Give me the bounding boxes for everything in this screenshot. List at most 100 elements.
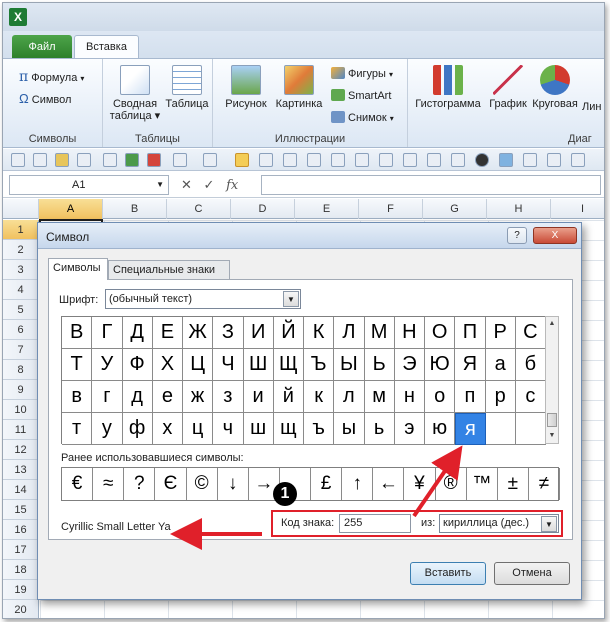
symbol-cell[interactable]: ж	[183, 381, 214, 413]
toolbar-icon[interactable]	[331, 153, 345, 167]
row-header[interactable]: 5	[3, 300, 39, 320]
symbol-cell[interactable]	[485, 413, 516, 445]
symbol-cell[interactable]: Й	[273, 317, 304, 349]
recent-symbol[interactable]: Є	[155, 468, 187, 500]
toolbar-icon[interactable]	[451, 153, 465, 167]
chevron-down-icon[interactable]: ▼	[283, 291, 299, 307]
recent-symbol[interactable]: ¥	[404, 468, 436, 500]
symbol-cell[interactable]: ы	[334, 413, 365, 445]
graph-button[interactable]: График	[486, 65, 530, 110]
shapes-button[interactable]: Фигуры ▾	[331, 67, 393, 80]
toolbar-icon[interactable]	[547, 153, 561, 167]
char-code-input[interactable]: 255	[339, 514, 411, 533]
symbol-cell[interactable]: Т	[62, 349, 93, 381]
symbol-cell[interactable]: з	[213, 381, 244, 413]
toolbar-icon[interactable]	[147, 153, 161, 167]
line-button[interactable]: Лин	[582, 101, 604, 113]
recent-symbol[interactable]: ±	[498, 468, 529, 500]
row-header[interactable]: 3	[3, 260, 39, 280]
symbol-cell[interactable]: Р	[485, 317, 516, 349]
pie-button[interactable]: Круговая	[530, 65, 580, 110]
recent-symbol[interactable]: €	[62, 468, 94, 500]
recent-symbol[interactable]: ™	[467, 468, 498, 500]
toolbar-icon[interactable]	[403, 153, 417, 167]
symbol-cell[interactable]: Ъ	[304, 349, 335, 381]
toolbar-icon[interactable]	[379, 153, 393, 167]
symbol-cell[interactable]: Е	[152, 317, 183, 349]
toolbar-icon[interactable]	[307, 153, 321, 167]
symbol-cell[interactable]: щ	[273, 413, 304, 445]
symbol-cell[interactable]: к	[304, 381, 335, 413]
tab-insert[interactable]: Вставка	[74, 35, 139, 59]
symbol-cell[interactable]: и	[243, 381, 274, 413]
select-all-corner[interactable]	[3, 199, 39, 219]
symbol-cell[interactable]: ч	[213, 413, 244, 445]
toolbar-icon[interactable]	[475, 153, 489, 167]
redo-icon[interactable]	[203, 153, 217, 167]
screenshot-button[interactable]: Снимок ▾	[331, 111, 394, 124]
recent-symbol[interactable]: ←	[373, 468, 405, 500]
row-header[interactable]: 12	[3, 440, 39, 460]
symbol-cell[interactable]: ц	[183, 413, 214, 445]
symbol-cell[interactable]: Ы	[334, 349, 365, 381]
row-header[interactable]: 2	[3, 240, 39, 260]
name-box[interactable]: A1 ▼	[9, 175, 169, 195]
symbol-cell[interactable]: О	[425, 317, 456, 349]
column-header[interactable]: I	[551, 199, 604, 219]
recent-symbol[interactable]: ≈	[93, 468, 125, 500]
row-header[interactable]: 14	[3, 480, 39, 500]
recent-symbol[interactable]: ?	[124, 468, 156, 500]
symbol-cell[interactable]: Щ	[273, 349, 304, 381]
symbol-cell[interactable]: Н	[394, 317, 425, 349]
row-header[interactable]: 1	[3, 220, 39, 240]
row-header[interactable]: 16	[3, 520, 39, 540]
symbol-cell[interactable]: в	[62, 381, 93, 413]
symbol-cell[interactable]: й	[273, 381, 304, 413]
symbol-cell[interactable]: И	[243, 317, 274, 349]
symbol-cell[interactable]: т	[62, 413, 93, 445]
chevron-down-icon[interactable]: ▼	[541, 516, 557, 532]
symbol-cell[interactable]: о	[425, 381, 456, 413]
row-header[interactable]: 4	[3, 280, 39, 300]
symbol-cell[interactable]: М	[364, 317, 395, 349]
toolbar-icon[interactable]	[77, 153, 91, 167]
symbol-cell[interactable]: ш	[243, 413, 274, 445]
row-header[interactable]: 18	[3, 560, 39, 580]
symbol-cell[interactable]: Ш	[243, 349, 274, 381]
row-header[interactable]: 15	[3, 500, 39, 520]
toolbar-icon[interactable]	[11, 153, 25, 167]
recent-symbol[interactable]: ≠	[529, 468, 560, 500]
toolbar-icon[interactable]	[571, 153, 585, 167]
toolbar-icon[interactable]	[259, 153, 273, 167]
symbol-cell[interactable]: Д	[122, 317, 153, 349]
smartart-button[interactable]: SmartArt	[331, 89, 391, 102]
row-header[interactable]: 13	[3, 460, 39, 480]
chevron-down-icon[interactable]: ▼	[156, 176, 164, 194]
row-header[interactable]: 10	[3, 400, 39, 420]
recent-symbol[interactable]: ↑	[342, 468, 374, 500]
scroll-thumb[interactable]	[547, 413, 557, 427]
recent-symbol[interactable]: ©	[187, 468, 218, 500]
symbol-cell[interactable]: л	[334, 381, 365, 413]
symbol-cell[interactable]: ъ	[304, 413, 335, 445]
symbol-cell[interactable]: а	[485, 349, 516, 381]
recent-symbol[interactable]: ®	[436, 468, 467, 500]
symbol-cell[interactable]: Ц	[183, 349, 214, 381]
row-header[interactable]: 7	[3, 340, 39, 360]
symbol-cell[interactable]: м	[364, 381, 395, 413]
column-header[interactable]: H	[487, 199, 551, 219]
font-select[interactable]: (обычный текст) ▼	[105, 289, 301, 309]
tab-symbols[interactable]: Символы	[48, 258, 108, 280]
toolbar-icon[interactable]	[499, 153, 513, 167]
column-header[interactable]: B	[103, 199, 167, 219]
table-button[interactable]: Таблица	[163, 65, 211, 110]
toolbar-icon[interactable]	[33, 153, 47, 167]
symbol-cell[interactable]	[515, 413, 546, 445]
recent-symbol[interactable]: ↓	[218, 468, 249, 500]
symbol-cell[interactable]: Ж	[183, 317, 214, 349]
symbol-cell[interactable]: н	[394, 381, 425, 413]
symbol-cell[interactable]: б	[515, 349, 546, 381]
symbol-cell[interactable]: ф	[122, 413, 153, 445]
symbol-cell[interactable]: Л	[334, 317, 365, 349]
symbol-cell[interactable]: Ь	[364, 349, 395, 381]
